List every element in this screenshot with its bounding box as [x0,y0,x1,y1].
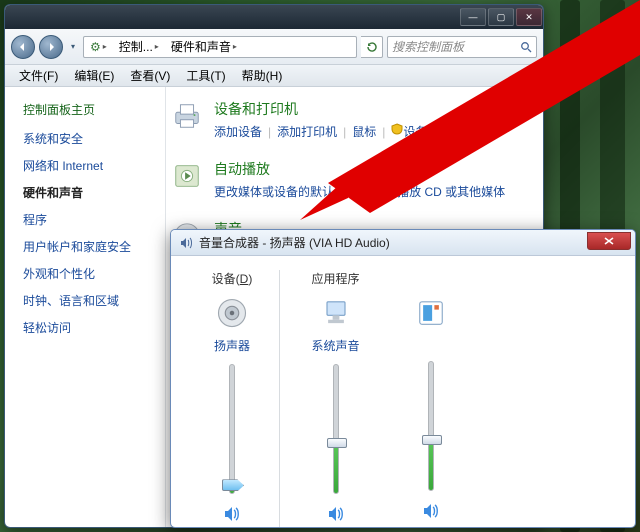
breadcrumb-label: 硬件和声音 [171,38,231,55]
task-link[interactable]: 添加设备 [214,123,262,141]
speaker-icon [179,236,193,250]
nav-back-button[interactable] [11,35,35,59]
sidebar-item[interactable]: 时钟、语言和区域 [23,292,155,309]
channel-icon[interactable] [413,295,449,331]
sidebar-item[interactable]: 外观和个性化 [23,265,155,282]
menu-bar: 文件(F) 编辑(E) 查看(V) 工具(T) 帮助(H) [5,65,543,87]
breadcrumb[interactable]: ⚙ ▸ 控制... ▸ 硬件和声音 ▸ [83,36,357,58]
desktop-background: — ▢ ✕ ▾ ⚙ ▸ 控制... ▸ 硬件和 [0,0,640,532]
channel-icon[interactable] [214,295,250,331]
sidebar-header[interactable]: 控制面板主页 [23,101,155,118]
section-label: 应用程序 [311,270,359,285]
separator: | [268,123,271,141]
breadcrumb-label: 控制... [119,38,153,55]
breadcrumb-root[interactable]: ⚙ ▸ [84,37,113,57]
address-bar: ▾ ⚙ ▸ 控制... ▸ 硬件和声音 ▸ 搜索控制面板 [5,29,543,65]
search-icon [520,41,532,53]
task-link[interactable]: 自动播放 CD 或其他媒体 [373,183,505,201]
minimize-button[interactable]: — [460,8,486,26]
shield-icon [391,123,403,135]
channel-label[interactable]: 系统声音 [311,337,359,354]
menu-file[interactable]: 文件(F) [11,65,66,86]
slider-thumb[interactable] [422,435,442,445]
chevron-right-icon: ▸ [233,42,237,51]
breadcrumb-seg[interactable]: 控制... ▸ [113,37,165,57]
close-button[interactable] [587,232,631,250]
task-link[interactable]: 更改媒体或设备的默认设置 [214,183,358,201]
sidebar-item[interactable]: 网络和 Internet [23,157,155,174]
sidebar-item-current[interactable]: 硬件和声音 [23,184,155,201]
sidebar-item[interactable]: 用户帐户和家庭安全 [23,238,155,255]
sidebar-item[interactable]: 轻松访问 [23,319,155,336]
section-label: 设备(D) [212,270,253,285]
category-devices-printers: 设备和打印机 添加设备 | 添加打印机 | 鼠标 | 设备管理器 [170,99,533,141]
task-link[interactable]: 鼠标 [352,123,376,141]
nav-history-dropdown[interactable]: ▾ [67,35,79,59]
sidebar-item[interactable]: 程序 [23,211,155,228]
slider-thumb[interactable] [327,438,347,448]
search-placeholder: 搜索控制面板 [392,38,464,55]
mixer-channel [383,270,478,527]
category-autoplay: 自动播放 更改媒体或设备的默认设置 | 自动播放 CD 或其他媒体 [170,159,533,201]
task-link[interactable]: 设备管理器 [403,123,463,141]
control-panel-icon: ⚙ [90,40,101,54]
category-title[interactable]: 自动播放 [214,159,533,179]
volume-mixer-window: 音量合成器 - 扬声器 (VIA HD Audio) 设备(D) 扬声器 应用程序系… [170,229,636,528]
mute-button[interactable] [222,504,242,524]
task-link[interactable]: 添加打印机 [277,123,337,141]
chevron-right-icon: ▸ [155,42,159,51]
cp-titlebar: — ▢ ✕ [5,5,543,29]
channel-icon[interactable] [318,295,354,331]
menu-tools[interactable]: 工具(T) [178,65,233,86]
chevron-right-icon: ▸ [103,42,107,51]
breadcrumb-seg[interactable]: 硬件和声音 ▸ [165,37,243,57]
autoplay-icon [170,159,204,193]
mute-button[interactable] [326,504,346,524]
mute-button[interactable] [421,501,441,521]
maximize-button[interactable]: ▢ [488,8,514,26]
nav-forward-button[interactable] [39,35,63,59]
vm-titlebar: 音量合成器 - 扬声器 (VIA HD Audio) [171,230,635,256]
search-input[interactable]: 搜索控制面板 [387,36,537,58]
vm-body: 设备(D) 扬声器 应用程序系统声音 [171,256,635,527]
volume-slider[interactable] [333,364,339,494]
volume-slider[interactable] [229,364,235,494]
mixer-channel: 应用程序系统声音 [288,270,383,527]
volume-slider[interactable] [428,361,434,491]
sidebar-item[interactable]: 系统和安全 [23,130,155,147]
cp-sidebar: 控制面板主页 系统和安全 网络和 Internet 硬件和声音 程序 用户帐户和… [5,87,165,527]
menu-edit[interactable]: 编辑(E) [66,65,122,86]
window-title: 音量合成器 - 扬声器 (VIA HD Audio) [199,234,581,251]
printer-icon [170,99,204,133]
refresh-button[interactable] [361,36,383,58]
separator: | [343,123,346,141]
close-button[interactable]: ✕ [516,8,542,26]
mixer-channel: 设备(D) 扬声器 [185,270,280,527]
separator: | [364,183,367,201]
menu-view[interactable]: 查看(V) [122,65,178,86]
channel-label[interactable] [429,337,432,351]
category-title[interactable]: 设备和打印机 [214,99,533,119]
menu-help[interactable]: 帮助(H) [234,65,291,86]
separator: | [382,123,385,141]
channel-label[interactable]: 扬声器 [214,337,250,354]
slider-thumb[interactable] [222,479,244,491]
close-icon [604,237,614,245]
